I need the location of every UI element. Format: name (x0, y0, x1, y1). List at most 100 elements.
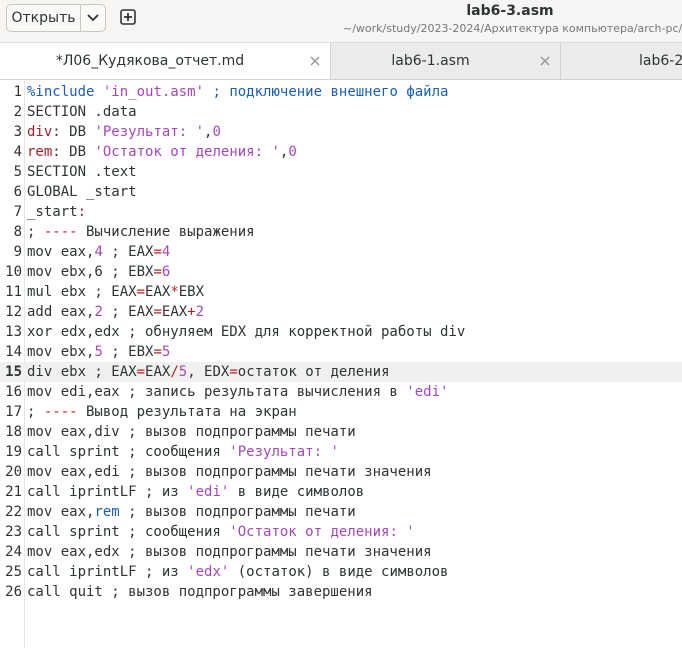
close-tab-button[interactable] (538, 54, 552, 68)
code-token: div ebx ; EAX (27, 364, 137, 380)
new-tab-button[interactable] (117, 6, 139, 28)
line-number: 20 (5, 464, 22, 480)
line-text: %include 'in_out.asm' ; подключение внеш… (27, 82, 448, 102)
code-line[interactable]: 16 mov edi,eax ; запись результата вычисл… (0, 382, 682, 402)
code-editor[interactable]: 1 %include 'in_out.asm' ; подключение вне… (0, 80, 682, 648)
line-text: mov eax,div ; вызов подпрограммы печати (27, 422, 356, 442)
line-number: 10 (5, 264, 22, 280)
code-token: 'Остаток от деления: ' (94, 144, 280, 160)
code-token: SECTION .data (27, 104, 137, 120)
code-line[interactable]: 23 call sprint ; сообщения 'Остаток от де… (0, 522, 682, 542)
code-line[interactable]: 21 call iprintLF ; из 'edi' в виде символ… (0, 482, 682, 502)
tab-lab6-2[interactable]: lab6-2 (561, 43, 682, 79)
code-token: ; (27, 224, 44, 240)
code-token: call quit ; вызов подпрограммы завершени… (27, 584, 373, 600)
code-token: * (170, 284, 179, 300)
code-token: = (153, 264, 162, 280)
code-line[interactable]: 24 mov eax,edx ; вызов подпрограммы печат… (0, 542, 682, 562)
code-line[interactable]: 26 call quit ; вызов подпрограммы заверше… (0, 582, 682, 602)
code-token: = (153, 344, 162, 360)
code-line[interactable]: 6 GLOBAL _start (0, 182, 682, 202)
close-icon (310, 56, 320, 66)
code-token: call sprint ; сообщения (27, 524, 230, 540)
code-line[interactable]: 10 mov ebx,6 ; EBX=6 (0, 262, 682, 282)
line-number: 24 (5, 544, 22, 560)
code-token: ; EAX (102, 304, 154, 320)
code-token: 0 (212, 124, 221, 140)
code-token: 5 (178, 364, 188, 380)
line-text: call quit ; вызов подпрограммы завершени… (27, 582, 373, 602)
code-token: SECTION .text (27, 164, 137, 180)
code-token: xor edx,edx ; обнуляем EDX для корректно… (27, 324, 466, 340)
code-line[interactable]: 13 xor edx,edx ; обнуляем EDX для коррект… (0, 322, 682, 342)
line-number: 15 (5, 364, 22, 380)
line-number: 8 (13, 224, 22, 240)
code-token: 'edx' (187, 564, 230, 580)
code-line[interactable]: 12 add eax,2 ; EAX=EAX+2 (0, 302, 682, 322)
line-text: add eax,2 ; EAX=EAX+2 (27, 302, 204, 322)
code-token: GLOBAL _start (27, 184, 137, 200)
code-line[interactable]: 4 rem: DB 'Остаток от деления: ',0 (0, 142, 682, 162)
line-text: mov eax,edi ; вызов подпрограммы печати … (27, 462, 432, 482)
open-button[interactable]: Открыть (7, 5, 80, 31)
code-line[interactable]: 17; ---- Вывод результата на экран (0, 402, 682, 422)
code-token: остаток от деления (237, 364, 390, 380)
code-line[interactable]: 15 div ebx ; EAX=EAX/5, EDX=остаток от де… (0, 362, 682, 382)
code-line[interactable]: 3 div: DB 'Результат: ',0 (0, 122, 682, 142)
code-token: 'Остаток от деления: ' (229, 524, 415, 540)
line-number: 16 (5, 384, 22, 400)
code-token: EAX (161, 304, 188, 320)
code-line[interactable]: 2 SECTION .data (0, 102, 682, 122)
line-number: 18 (5, 424, 22, 440)
code-line[interactable]: 14 mov ebx,5 ; EBX=5 (0, 342, 682, 362)
code-line[interactable]: 19 call sprint ; сообщения 'Результат: ' (0, 442, 682, 462)
line-text: mov edi,eax ; запись результата вычислен… (27, 382, 448, 402)
code-line[interactable]: 18 mov eax,div ; вызов подпрограммы печат… (0, 422, 682, 442)
code-line[interactable]: 7 _start: (0, 202, 682, 222)
tab-report-md[interactable]: *Л06_Кудякова_отчет.md (0, 43, 331, 79)
code-line[interactable]: 11 mul ebx ; EAX=EAX*EBX (0, 282, 682, 302)
code-token: mov eax,edi ; вызов подпрограммы печати … (27, 464, 432, 480)
code-token: rem (27, 144, 53, 160)
code-token: mov ebx,6 ; EBX (27, 264, 154, 280)
code-token: = (136, 364, 146, 380)
code-line[interactable]: 8 ; ---- Вычисление выражения (0, 222, 682, 242)
code-line[interactable]: 5 SECTION .text (0, 162, 682, 182)
code-token: : (77, 204, 87, 220)
code-token: ; EBX (102, 344, 154, 360)
code-line[interactable]: 9 mov eax,4 ; EAX=4 (0, 242, 682, 262)
code-token: 4 (161, 244, 171, 260)
line-text: xor edx,edx ; обнуляем EDX для корректно… (27, 322, 465, 342)
tab-label: *Л06_Кудякова_отчет.md (55, 53, 245, 69)
code-line[interactable]: 1 %include 'in_out.asm' ; подключение вне… (0, 82, 682, 102)
code-line[interactable]: 20 mov eax,edi ; вызов подпрограммы печат… (0, 462, 682, 482)
code-token: 2 (195, 304, 205, 320)
code-token: EAX (145, 284, 171, 300)
code-token: 4 (94, 244, 103, 260)
code-line[interactable]: 22 mov eax,rem ; вызов подпрограммы печат… (0, 502, 682, 522)
code-line[interactable]: 25 call iprintLF ; из 'edx' (остаток) в в… (0, 562, 682, 582)
code-token: add eax, (27, 304, 95, 320)
code-token: mul ebx ; EAX (27, 284, 137, 300)
code-token: mov eax,div ; вызов подпрограммы печати (27, 424, 356, 440)
code-token: 5 (161, 344, 171, 360)
line-number: 3 (13, 124, 22, 140)
line-text: ; ---- Вычисление выражения (27, 222, 255, 242)
line-number: 2 (13, 104, 22, 120)
line-number: 22 (5, 504, 22, 520)
code-token: = (136, 284, 146, 300)
line-text: mov eax,4 ; EAX=4 (27, 242, 170, 262)
line-text: mov ebx,6 ; EBX=6 (27, 262, 170, 282)
code-token: call iprintLF ; из (27, 564, 188, 580)
code-token: : DB (52, 144, 95, 160)
line-number: 12 (5, 304, 22, 320)
close-tab-button[interactable] (308, 54, 322, 68)
tab-lab6-1[interactable]: lab6-1.asm (331, 43, 561, 79)
tab-bar: *Л06_Кудякова_отчет.md lab6-1.asm lab6-2 (0, 43, 682, 80)
code-token: call sprint ; сообщения (27, 444, 230, 460)
code-token: 'Результат: ' (94, 124, 205, 140)
line-number: 26 (5, 584, 22, 600)
code-token: : DB (52, 124, 95, 140)
open-menu-button[interactable] (81, 5, 105, 31)
code-token: mov eax, (27, 504, 95, 520)
